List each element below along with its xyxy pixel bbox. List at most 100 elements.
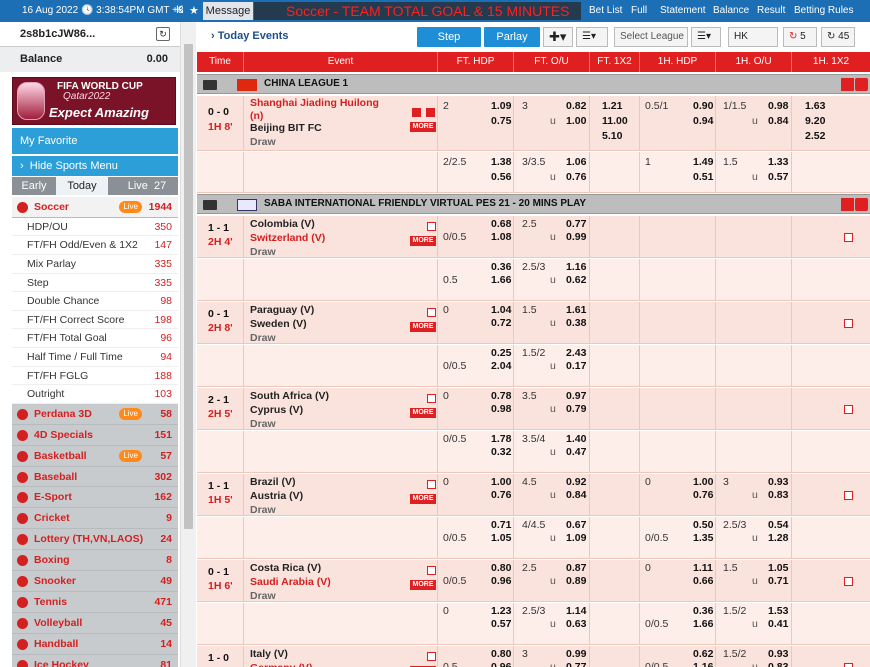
sidebar-sub-item[interactable]: Step 335: [12, 273, 178, 293]
sort-dropdown[interactable]: ☰▾: [576, 27, 608, 47]
sidebar-sport-item[interactable]: Cricket 9: [12, 508, 178, 530]
1h-ou-over-odds[interactable]: 1.53: [768, 605, 788, 617]
collapse-icon[interactable]: K: [176, 4, 183, 16]
1h-1x2-odds[interactable]: 9.20: [805, 115, 825, 127]
sidebar-sport-item[interactable]: Baseball 302: [12, 466, 178, 488]
result-link[interactable]: Result: [751, 2, 791, 20]
1h-ou-over-odds[interactable]: 1.05: [768, 562, 788, 574]
match-info-icon[interactable]: [844, 491, 853, 500]
league-refresh-icon[interactable]: [855, 198, 868, 211]
favorite-star-icon[interactable]: [841, 78, 854, 91]
1h-hdp-away-odds[interactable]: 1.35: [693, 532, 713, 544]
ft-hdp-away-odds[interactable]: 2.04: [491, 360, 511, 372]
sidebar-sport-item[interactable]: Snooker 49: [12, 570, 178, 592]
1h-ou-over-odds[interactable]: 0.93: [768, 476, 788, 488]
add-dropdown[interactable]: ✚▾: [543, 27, 573, 47]
sidebar-sport-item[interactable]: Ice Hockey 81: [12, 654, 178, 667]
ft-ou-under-odds[interactable]: 1.09: [566, 532, 586, 544]
hide-sports-menu-button[interactable]: › Hide Sports Menu: [12, 156, 178, 176]
ft-hdp-away-odds[interactable]: 1.66: [491, 274, 511, 286]
add-favorite-icon[interactable]: [427, 394, 436, 403]
sidebar-scrollbar[interactable]: [180, 22, 196, 667]
more-button[interactable]: MORE: [410, 580, 436, 590]
balance-link[interactable]: Balance: [707, 2, 755, 20]
ft-hdp-home-odds[interactable]: 0.68: [491, 218, 511, 230]
ft-1x2-odds[interactable]: 11.00: [602, 115, 628, 127]
ft-hdp-home-odds[interactable]: 1.23: [491, 605, 511, 617]
star-icon[interactable]: ★: [189, 4, 199, 17]
more-button[interactable]: MORE: [410, 408, 436, 418]
ft-hdp-home-odds[interactable]: 1.38: [491, 156, 511, 168]
more-button[interactable]: MORE: [410, 322, 436, 332]
bet-list-link[interactable]: Bet List: [583, 2, 628, 20]
match-info-icon[interactable]: [844, 663, 853, 667]
match-info-icon[interactable]: [844, 577, 853, 586]
ft-ou-over-odds[interactable]: 1.61: [566, 304, 586, 316]
ft-hdp-home-odds[interactable]: 0.25: [491, 347, 511, 359]
ft-hdp-away-odds[interactable]: 0.32: [491, 446, 511, 458]
refresh-balance-icon[interactable]: ↻: [156, 27, 170, 41]
ft-ou-over-odds[interactable]: 0.99: [566, 648, 586, 660]
view-dropdown[interactable]: ☰▾: [691, 27, 721, 47]
ft-1x2-odds[interactable]: 1.21: [602, 100, 622, 112]
league-header[interactable]: SABA INTERNATIONAL FRIENDLY VIRTUAL PES …: [197, 194, 870, 214]
refresh-a-button[interactable]: ↻ 5: [783, 27, 817, 47]
sidebar-sub-item[interactable]: HDP/OU 350: [12, 217, 178, 237]
1h-hdp-away-odds[interactable]: 0.76: [693, 489, 713, 501]
1h-ou-under-odds[interactable]: 0.84: [768, 115, 788, 127]
sidebar-sub-item[interactable]: Half Time / Full Time 94: [12, 348, 178, 367]
tab-live[interactable]: Live 27: [116, 177, 178, 195]
ft-ou-under-odds[interactable]: 0.63: [566, 618, 586, 630]
ft-hdp-home-odds[interactable]: 0.78: [491, 390, 511, 402]
1h-hdp-away-odds[interactable]: 1.66: [693, 618, 713, 630]
match-info-icon[interactable]: [844, 405, 853, 414]
1h-ou-under-odds[interactable]: 0.83: [768, 489, 788, 501]
tab-today[interactable]: Today: [56, 177, 108, 195]
world-cup-banner[interactable]: FIFA WORLD CUP Qatar2022 Expect Amazing: [12, 77, 176, 125]
1h-hdp-home-odds[interactable]: 0.90: [693, 100, 713, 112]
sidebar-sport-item[interactable]: Soccer Live 1944: [12, 197, 178, 218]
ft-hdp-home-odds[interactable]: 0.80: [491, 648, 511, 660]
statement-link[interactable]: Statement: [654, 2, 712, 20]
more-button[interactable]: MORE: [410, 122, 436, 132]
1h-hdp-away-odds[interactable]: 0.94: [693, 115, 713, 127]
1h-hdp-away-odds[interactable]: 0.66: [693, 575, 713, 587]
1h-ou-under-odds[interactable]: 0.71: [768, 575, 788, 587]
add-favorite-icon[interactable]: [427, 566, 436, 575]
ft-ou-under-odds[interactable]: 0.79: [566, 403, 586, 415]
select-league-button[interactable]: Select League: [614, 27, 688, 47]
ft-ou-over-odds[interactable]: 0.87: [566, 562, 586, 574]
ft-ou-under-odds[interactable]: 0.77: [566, 661, 586, 667]
ft-hdp-away-odds[interactable]: 0.72: [491, 317, 511, 329]
sidebar-sport-item[interactable]: Perdana 3D Live 58: [12, 403, 178, 425]
ft-ou-over-odds[interactable]: 1.06: [566, 156, 586, 168]
message-button[interactable]: Message: [203, 2, 253, 20]
1h-ou-under-odds[interactable]: 0.41: [768, 618, 788, 630]
sidebar-sport-item[interactable]: Lottery (TH,VN,LAOS) 24: [12, 529, 178, 551]
ft-ou-under-odds[interactable]: 0.76: [566, 171, 586, 183]
1h-hdp-home-odds[interactable]: 1.49: [693, 156, 713, 168]
ft-hdp-home-odds[interactable]: 0.80: [491, 562, 511, 574]
ft-ou-over-odds[interactable]: 0.97: [566, 390, 586, 402]
ft-ou-over-odds[interactable]: 0.67: [566, 519, 586, 531]
ft-hdp-home-odds[interactable]: 1.04: [491, 304, 511, 316]
ft-ou-under-odds[interactable]: 0.17: [566, 360, 586, 372]
ft-hdp-home-odds[interactable]: 0.71: [491, 519, 511, 531]
betting-rules-link[interactable]: Betting Rules: [788, 2, 859, 20]
ft-ou-under-odds[interactable]: 0.84: [566, 489, 586, 501]
1h-ou-over-odds[interactable]: 0.54: [768, 519, 788, 531]
sidebar-sport-item[interactable]: 4D Specials 151: [12, 424, 178, 446]
ft-hdp-away-odds[interactable]: 1.08: [491, 231, 511, 243]
sidebar-sport-item[interactable]: Handball 14: [12, 633, 178, 655]
tab-early[interactable]: Early: [12, 177, 56, 195]
parlay-button[interactable]: Parlay: [484, 27, 540, 47]
match-info-icon[interactable]: [844, 319, 853, 328]
ft-ou-over-odds[interactable]: 0.77: [566, 218, 586, 230]
refresh-b-button[interactable]: ↻ 45: [821, 27, 855, 47]
add-favorite-icon[interactable]: [427, 480, 436, 489]
sidebar-sub-item[interactable]: Mix Parlay 335: [12, 255, 178, 274]
1h-ou-under-odds[interactable]: 1.28: [768, 532, 788, 544]
1h-hdp-home-odds[interactable]: 1.00: [693, 476, 713, 488]
sidebar-sub-item[interactable]: Outright 103: [12, 385, 178, 404]
my-favorite-button[interactable]: My Favorite: [12, 128, 178, 154]
